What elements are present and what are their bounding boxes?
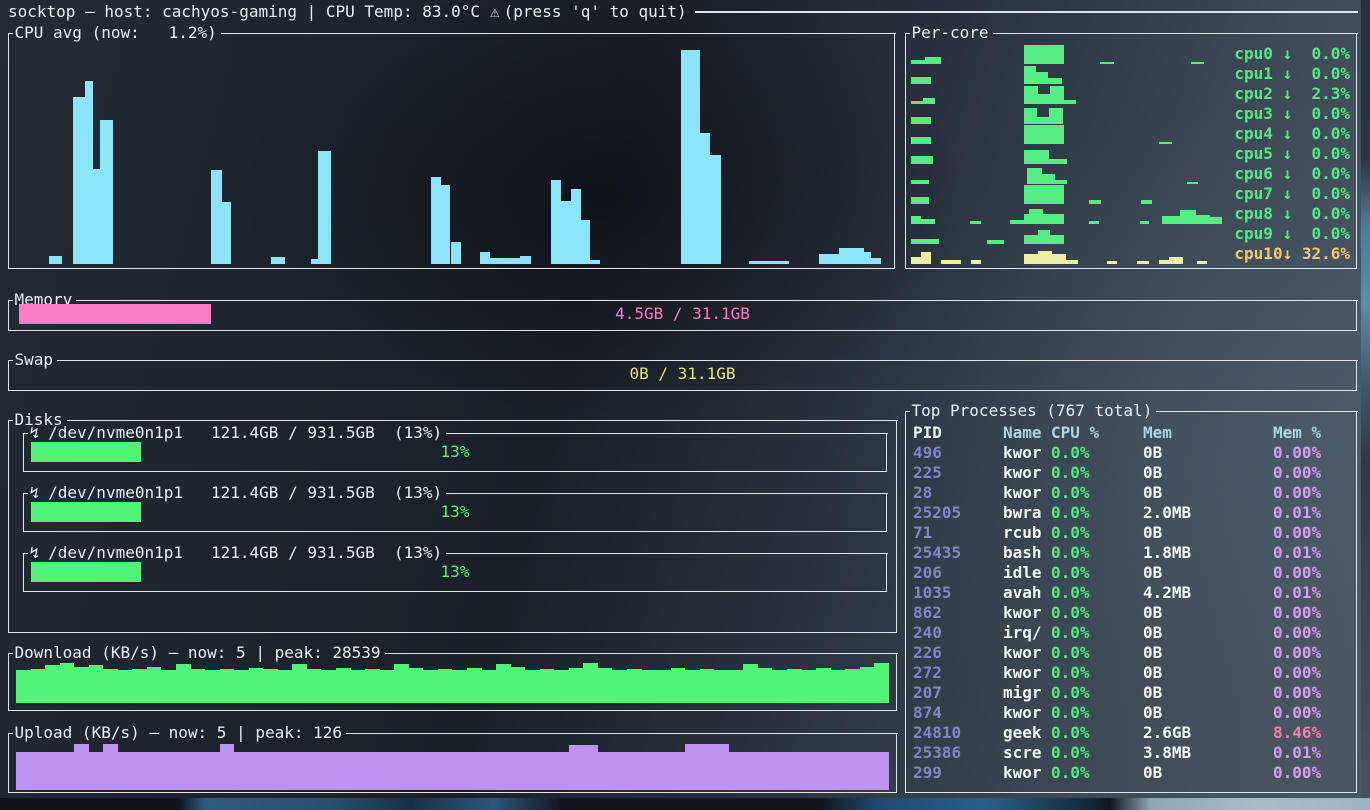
per-core-rows: cpu0 ↓ 0.0% cpu1 ↓ 0.0% cpu2 ↓ 2.3% cpu3… [909,44,1352,264]
download-panel: Download (KB/s) — now: 5 | peak: 28539 [8,653,897,711]
column-header-mem: Mem [1143,423,1273,443]
percore-row: cpu0 ↓ 0.0% [909,44,1352,64]
percore-label: cpu6 ↓ 0.0% [1234,165,1350,183]
memory-gauge: 4.5GB / 31.1GB [19,304,1346,324]
percore-row: cpu7 ↓ 0.0% [909,184,1352,204]
process-row: 299kwor0.0%0B0.00% [913,763,1352,783]
percore-label: cpu1 ↓ 0.0% [1234,65,1350,83]
disk-entry: ↯/dev/nvme0n1p1121.4GB / 931.5GB (13%) 1… [23,553,887,592]
wallpaper-bottom-edge [0,798,1370,810]
percore-row: cpu2 ↓ 2.3% [909,84,1352,104]
app-titlebar: socktop — host: cachyos-gaming | CPU Tem… [8,2,1358,21]
upload-title: Upload (KB/s) — now: 5 | peak: 126 [13,723,347,743]
disk-percent-label: 13% [31,442,879,462]
percore-row: cpu3 ↓ 0.0% [909,104,1352,124]
process-table: PID Name CPU % Mem Mem % 496kwor0.0%0B0.… [913,423,1352,783]
quit-hint: (press 'q' to quit) [504,2,687,21]
lightning-icon: ↯ [30,483,49,502]
percore-row: cpu5 ↓ 0.0% [909,144,1352,164]
percore-label: cpu9 ↓ 0.0% [1234,225,1350,243]
column-header-name: Name [1003,423,1051,443]
process-row: 874kwor0.0%0B0.00% [913,703,1352,723]
percore-row: cpu10↓ 32.6% [909,244,1352,264]
cpu-avg-panel: CPU avg (now: 1.2%) [8,33,895,269]
memory-panel: Memory 4.5GB / 31.1GB [8,300,1357,331]
upload-panel: Upload (KB/s) — now: 5 | peak: 126 [8,733,897,793]
disk-device: /dev/nvme0n1p1 [48,423,183,442]
percore-row: cpu4 ↓ 0.0% [909,124,1352,144]
disk-device: /dev/nvme0n1p1 [48,483,183,502]
percore-label: cpu2 ↓ 2.3% [1234,85,1350,103]
process-row: 272kwor0.0%0B0.00% [913,663,1352,683]
process-row: 24810geek0.0%2.6GB8.46% [913,723,1352,743]
disk-entry: ↯/dev/nvme0n1p1121.4GB / 931.5GB (13%) 1… [23,493,887,532]
titlebar-rule [695,11,1358,13]
per-core-title: Per-core [910,23,993,43]
percore-label: cpu0 ↓ 0.0% [1234,45,1350,63]
process-row: 240irq/0.0%0B0.00% [913,623,1352,643]
process-row: 71rcub0.0%0B0.00% [913,523,1352,543]
percore-row: cpu9 ↓ 0.0% [909,224,1352,244]
process-row: 226kwor0.0%0B0.00% [913,643,1352,663]
disk-usage: 121.4GB / 931.5GB (13%) [183,483,442,502]
cpu-avg-bars [16,39,888,264]
column-header-cpu: CPU % [1051,423,1143,443]
percore-row: cpu6 ↓ 0.0% [909,164,1352,184]
percore-label: cpu8 ↓ 0.0% [1234,205,1350,223]
disks-panel: Disks ↯/dev/nvme0n1p1121.4GB / 931.5GB (… [8,420,897,633]
download-bars [16,662,889,703]
disk-gauge: 13% [31,442,879,462]
top-processes-panel: Top Processes (767 total) PID Name CPU %… [905,411,1357,793]
disk-device: /dev/nvme0n1p1 [48,543,183,562]
process-row: 206idle0.0%0B0.00% [913,563,1352,583]
process-row: 207migr0.0%0B0.00% [913,683,1352,703]
column-header-pid: PID [913,423,1003,443]
swap-panel: Swap 0B / 31.1GB [8,360,1357,391]
process-row: 25435bash0.0%1.8MB0.01% [913,543,1352,563]
download-title: Download (KB/s) — now: 5 | peak: 28539 [13,643,385,663]
process-row: 862kwor0.0%0B0.00% [913,603,1352,623]
memory-usage-label: 4.5GB / 31.1GB [19,304,1346,324]
percore-label: cpu5 ↓ 0.0% [1234,145,1350,163]
disk-percent-label: 13% [31,502,879,522]
percore-row: cpu8 ↓ 0.0% [909,204,1352,224]
column-header-memp: Mem % [1273,423,1352,443]
top-processes-title: Top Processes (767 total) [910,401,1157,421]
percore-label: cpu10↓ 32.6% [1234,245,1350,263]
upload-bars [16,743,889,790]
lightning-icon: ↯ [30,423,49,442]
process-row: 28kwor0.0%0B0.00% [913,483,1352,503]
percore-label: cpu7 ↓ 0.0% [1234,185,1350,203]
disk-usage: 121.4GB / 931.5GB (13%) [183,423,442,442]
process-row: 25386scre0.0%3.8MB0.01% [913,743,1352,763]
percore-row: cpu1 ↓ 0.0% [909,64,1352,84]
disk-gauge: 13% [31,562,879,582]
socktop-terminal: { "header": { "title_host": "socktop — h… [0,0,1370,810]
per-core-panel: Per-core cpu0 ↓ 0.0% cpu1 ↓ 0.0% cpu2 ↓ … [905,33,1357,269]
disk-gauge: 13% [31,502,879,522]
app-title: socktop — host: cachyos-gaming | CPU Tem… [8,2,480,21]
disk-entry: ↯/dev/nvme0n1p1121.4GB / 931.5GB (13%) 1… [23,433,887,472]
process-row: 1035avah0.0%4.2MB0.01% [913,583,1352,603]
swap-usage-label: 0B / 31.1GB [19,364,1346,384]
wallpaper-right-edge [1361,0,1370,798]
warning-icon: ⚠ [480,2,504,21]
process-table-header: PID Name CPU % Mem Mem % [913,423,1352,443]
percore-label: cpu4 ↓ 0.0% [1234,125,1350,143]
disk-percent-label: 13% [31,562,879,582]
lightning-icon: ↯ [30,543,49,562]
process-row: 25205bwra0.0%2.0MB0.01% [913,503,1352,523]
process-row: 496kwor0.0%0B0.00% [913,443,1352,463]
process-row: 225kwor0.0%0B0.00% [913,463,1352,483]
percore-label: cpu3 ↓ 0.0% [1234,105,1350,123]
swap-gauge: 0B / 31.1GB [19,364,1346,384]
disk-usage: 121.4GB / 931.5GB (13%) [183,543,442,562]
